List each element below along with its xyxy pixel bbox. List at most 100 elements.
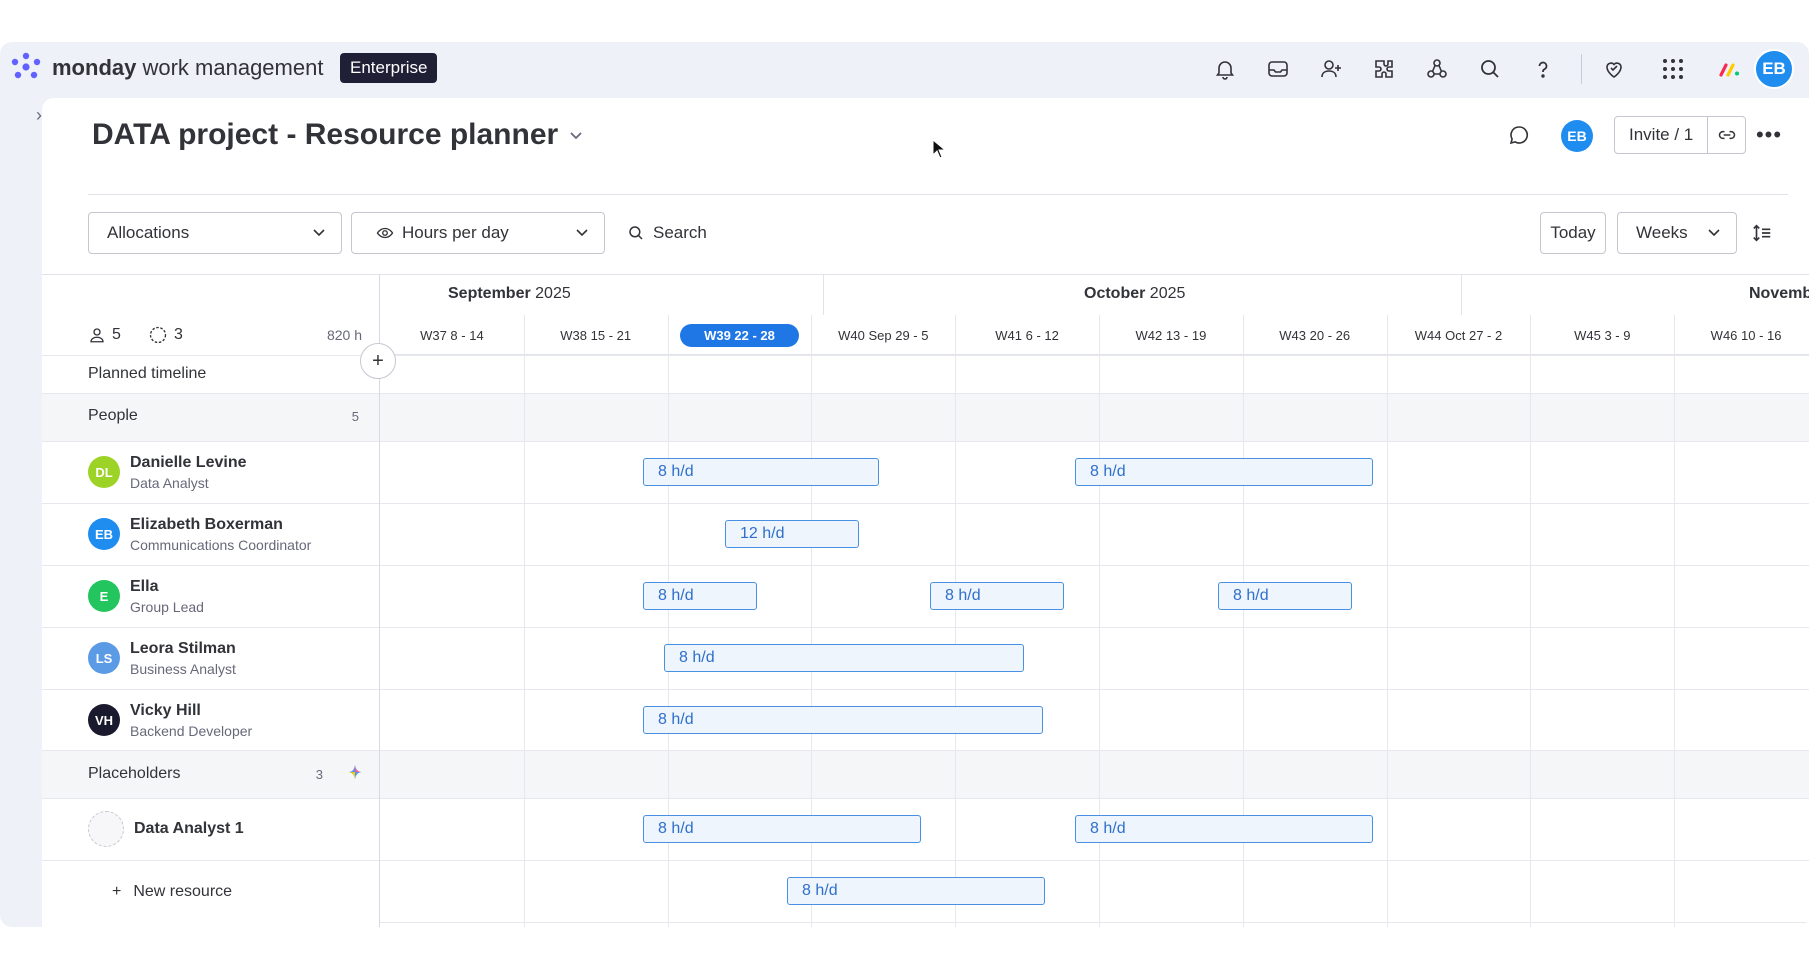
people-count-value: 5: [112, 326, 121, 343]
weeks-dropdown[interactable]: Weeks: [1617, 212, 1737, 254]
allocation-bar[interactable]: 8 h/d: [930, 582, 1064, 610]
resource-row[interactable]: EB Elizabeth Boxerman Communications Coor…: [88, 503, 311, 565]
week-label: W44 Oct 27 - 2: [1414, 327, 1503, 343]
updates-chat-icon[interactable]: [1504, 116, 1534, 154]
avatar: VH: [88, 704, 120, 736]
week-label: W37 8 - 14: [420, 327, 484, 343]
week-header: W43 20 - 26: [1243, 315, 1387, 355]
month-name: November: [1749, 285, 1809, 302]
resource-role: Group Lead: [130, 598, 204, 615]
month-year: 2025: [1145, 285, 1186, 302]
allocation-bar[interactable]: 8 h/d: [643, 458, 879, 486]
hours-per-day-label: Hours per day: [402, 223, 509, 242]
month-name: October: [1084, 285, 1146, 302]
placeholder-avatar: [88, 811, 124, 847]
week-label: W42 13 - 19: [1135, 327, 1207, 343]
week-header: W42 13 - 19: [1099, 315, 1243, 355]
search-icon[interactable]: [1477, 56, 1503, 82]
placeholder-name: Data Analyst 1: [134, 820, 244, 837]
timeline: September 2025 October 2025 November 20 …: [380, 275, 1809, 927]
people-section-label[interactable]: People: [88, 407, 138, 425]
help-icon[interactable]: [1530, 56, 1556, 82]
inbox-icon[interactable]: [1265, 56, 1291, 82]
resource-list: 5 3 820 h Planned timeline People 5 DL D…: [42, 275, 380, 927]
placeholder-row[interactable]: Data Analyst 1: [88, 798, 244, 860]
header-divider: [88, 194, 1788, 195]
month-divider: [1461, 275, 1462, 315]
monday-logo-icon[interactable]: [10, 52, 42, 82]
new-resource-button[interactable]: + New resource: [112, 883, 232, 901]
allocation-bar[interactable]: 8 h/d: [1218, 582, 1352, 610]
week-header: W40 Sep 29 - 5: [811, 315, 955, 355]
allocation-bar[interactable]: 8 h/d: [643, 815, 921, 843]
week-label: W45 3 - 9: [1574, 327, 1631, 343]
week-header: W37 8 - 14: [380, 315, 524, 355]
week-label: W43 20 - 26: [1279, 327, 1351, 343]
row-divider: [380, 860, 1809, 861]
sort-icon[interactable]: [1747, 218, 1777, 248]
board-title[interactable]: DATA project - Resource planner: [92, 118, 584, 152]
placeholders-section-band: [380, 750, 1809, 798]
placeholders-section-count: 3: [315, 767, 323, 782]
allocation-bar[interactable]: 8 h/d: [643, 706, 1043, 734]
month-header: November 20: [1749, 285, 1809, 303]
favorites-icon[interactable]: [1601, 56, 1627, 82]
allocation-bar[interactable]: 8 h/d: [787, 877, 1045, 905]
allocations-dropdown[interactable]: Allocations: [88, 212, 342, 254]
avatar: E: [88, 580, 120, 612]
copy-link-icon[interactable]: [1707, 117, 1745, 153]
allocation-bar[interactable]: 8 h/d: [664, 644, 1024, 672]
board-title-text: DATA project - Resource planner: [92, 118, 559, 151]
row-divider: [380, 355, 1809, 356]
placeholders-section-label[interactable]: Placeholders: [88, 765, 181, 783]
allocation-bar[interactable]: 8 h/d: [643, 582, 757, 610]
plus-icon: +: [112, 883, 122, 900]
brand-name-rest: work management: [136, 55, 324, 80]
apps-icon[interactable]: [1371, 56, 1397, 82]
monday-products-icon[interactable]: [1717, 56, 1743, 82]
allocation-bar[interactable]: 8 h/d: [1075, 815, 1373, 843]
avatar: DL: [88, 456, 120, 488]
topbar-divider: [1581, 54, 1582, 84]
row-divider: [380, 922, 1809, 923]
allocation-bar[interactable]: 8 h/d: [1075, 458, 1373, 486]
people-section-count: 5: [351, 409, 359, 424]
month-header: September 2025: [448, 285, 571, 303]
board-search[interactable]: Search: [627, 212, 707, 254]
board-member-avatar[interactable]: EB: [1561, 120, 1593, 152]
resource-row[interactable]: VH Vicky Hill Backend Developer: [88, 689, 252, 751]
resource-role: Data Analyst: [130, 474, 209, 491]
plan-badge: Enterprise: [340, 53, 438, 83]
week-header: W44 Oct 27 - 2: [1387, 315, 1531, 355]
brand-name[interactable]: monday work management: [52, 55, 323, 81]
search-icon: [629, 226, 643, 240]
plus-icon: +: [372, 349, 384, 372]
total-hours: 820 h: [326, 327, 362, 343]
resource-row[interactable]: LS Leora Stilman Business Analyst: [88, 627, 236, 689]
user-avatar[interactable]: EB: [1754, 49, 1794, 89]
add-planned-timeline-button[interactable]: +: [360, 343, 396, 379]
row-divider: [42, 860, 379, 861]
placeholders-count: 3: [148, 325, 183, 345]
allocation-bar[interactable]: 12 h/d: [725, 520, 859, 548]
resource-row[interactable]: DL Danielle Levine Data Analyst: [88, 441, 247, 503]
more-options-icon[interactable]: •••: [1752, 116, 1786, 154]
row-divider: [42, 393, 379, 394]
resource-name: Elizabeth Boxerman: [130, 515, 283, 533]
weeks-header-row: W37 8 - 14 W38 15 - 21 W39 22 - 28 W40 Sep …: [380, 315, 1809, 355]
app-grid-icon[interactable]: [1660, 56, 1686, 82]
month-divider: [823, 275, 824, 315]
bell-icon[interactable]: [1212, 56, 1238, 82]
week-header: W38 15 - 21: [524, 315, 668, 355]
invite-button[interactable]: Invite / 1: [1614, 116, 1747, 154]
chevron-down-icon[interactable]: [568, 127, 584, 143]
hours-per-day-dropdown[interactable]: Hours per day: [351, 212, 605, 254]
row-divider: [380, 627, 1809, 628]
search-label: Search: [653, 223, 707, 242]
today-button[interactable]: Today: [1540, 212, 1606, 254]
integrations-icon[interactable]: [1424, 56, 1450, 82]
invite-members-icon[interactable]: [1318, 56, 1344, 82]
ai-sparkle-icon[interactable]: [344, 763, 366, 785]
chevron-down-icon: [576, 229, 588, 237]
resource-row[interactable]: E Ella Group Lead: [88, 565, 204, 627]
